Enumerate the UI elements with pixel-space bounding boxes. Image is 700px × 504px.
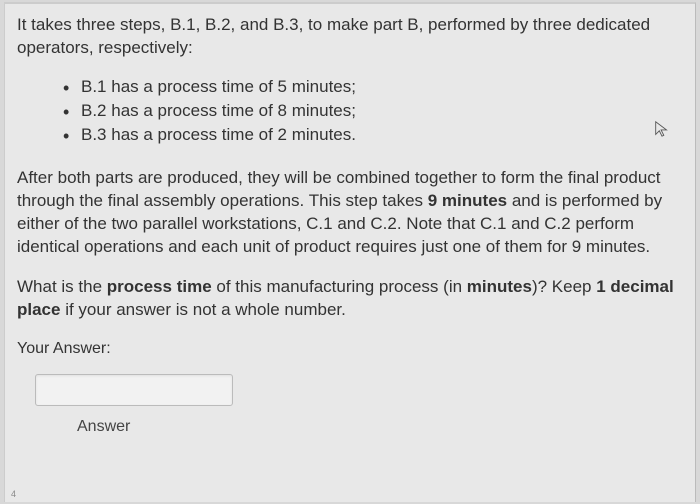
list-item: B.2 has a process time of 8 minutes; xyxy=(63,100,679,123)
your-answer-label: Your Answer: xyxy=(17,338,679,360)
answer-input[interactable] xyxy=(35,374,233,406)
corner-number: 4 xyxy=(11,488,16,500)
bold-term: minutes xyxy=(467,277,532,296)
list-item: B.3 has a process time of 2 minutes. xyxy=(63,124,679,147)
text-part: What is the xyxy=(17,277,107,296)
intro-text: It takes three steps, B.1, B.2, and B.3,… xyxy=(17,14,679,60)
question-text: What is the process time of this manufac… xyxy=(17,276,679,322)
bold-term: process time xyxy=(107,277,212,296)
answer-field-label: Answer xyxy=(77,416,679,438)
answer-input-wrap xyxy=(35,374,679,406)
question-card: It takes three steps, B.1, B.2, and B.3,… xyxy=(4,2,696,502)
explanation-text: After both parts are produced, they will… xyxy=(17,167,679,259)
cursor-icon xyxy=(653,120,673,140)
bold-time: 9 minutes xyxy=(428,191,507,210)
text-part: of this manufacturing process (in xyxy=(212,277,467,296)
text-part: )? Keep xyxy=(532,277,596,296)
text-part: if your answer is not a whole number. xyxy=(60,300,345,319)
list-item: B.1 has a process time of 5 minutes; xyxy=(63,76,679,99)
steps-list: B.1 has a process time of 5 minutes; B.2… xyxy=(63,76,679,147)
